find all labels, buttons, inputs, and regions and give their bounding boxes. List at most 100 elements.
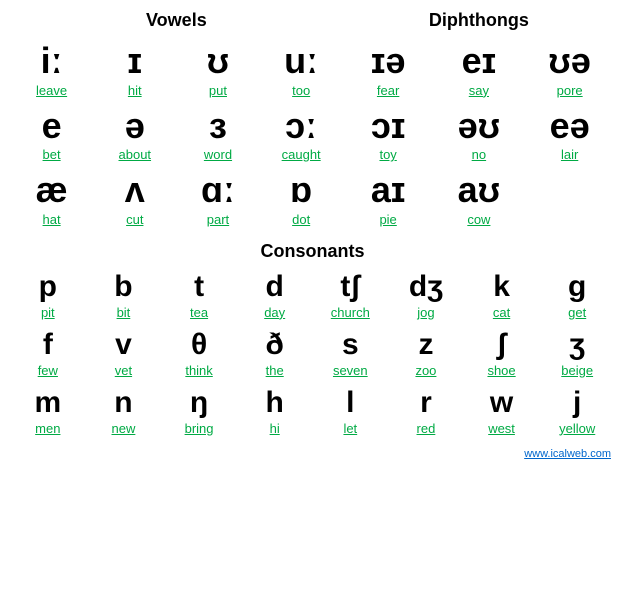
phoneme-symbol: ɔɪ [371, 106, 406, 146]
consonant-cell: k cat [464, 266, 540, 324]
phoneme-word: leave [36, 83, 67, 98]
phoneme-symbol: ɜ [209, 106, 227, 146]
phoneme-word: no [472, 147, 486, 162]
phoneme-word: few [38, 363, 58, 378]
phoneme-word: lair [561, 147, 578, 162]
phoneme-symbol: ɑː [201, 170, 235, 210]
phoneme-symbol: v [115, 328, 132, 361]
phoneme-word: west [488, 421, 515, 436]
phoneme-word: pit [41, 305, 55, 320]
diphthong-cell: ɔɪ toy [343, 102, 434, 167]
phoneme-word: dot [292, 212, 310, 227]
consonants-title: Consonants [10, 241, 615, 262]
phoneme-symbol: w [490, 386, 513, 419]
phoneme-symbol: aɪ [371, 170, 406, 210]
phoneme-word: hi [270, 421, 280, 436]
phoneme-symbol: ə [125, 106, 145, 146]
phoneme-word: church [331, 305, 370, 320]
vowels-title: Vowels [10, 10, 343, 31]
phoneme-symbol: l [346, 386, 354, 419]
vowel-cell: uː too [260, 37, 343, 102]
phoneme-word: red [417, 421, 436, 436]
phoneme-symbol: ʃ [497, 328, 507, 361]
consonant-cell: l let [313, 382, 389, 440]
phoneme-word: pore [557, 83, 583, 98]
phoneme-word: jog [417, 305, 434, 320]
phoneme-symbol: əʊ [458, 106, 500, 146]
diphthong-cell: eə lair [524, 102, 615, 167]
phoneme-symbol: ʊ [207, 41, 229, 81]
phoneme-word: say [469, 83, 489, 98]
phoneme-symbol: æ [36, 170, 68, 210]
phoneme-word: cut [126, 212, 143, 227]
phoneme-word: bet [43, 147, 61, 162]
diphthong-cell: aʊ cow [434, 166, 525, 231]
phoneme-word: toy [379, 147, 396, 162]
phoneme-symbol: iː [41, 41, 63, 81]
phoneme-symbol: dʒ [409, 270, 443, 303]
phoneme-word: yellow [559, 421, 595, 436]
consonant-cell: d day [237, 266, 313, 324]
vowels-section: Vowels iː leave ɪ hit ʊ put uː too e bet… [10, 10, 343, 231]
phoneme-word: hat [43, 212, 61, 227]
phoneme-symbol: r [420, 386, 432, 419]
phoneme-symbol: ʌ [125, 170, 145, 210]
website-link[interactable]: www.icalweb.com [524, 448, 611, 460]
top-sections: Vowels iː leave ɪ hit ʊ put uː too e bet… [10, 10, 615, 231]
website-footer: www.icalweb.com [10, 448, 615, 460]
vowels-grid: iː leave ɪ hit ʊ put uː too e bet ə abou… [10, 37, 343, 231]
consonant-cell: r red [388, 382, 464, 440]
consonant-cell: m men [10, 382, 86, 440]
consonant-cell: p pit [10, 266, 86, 324]
consonant-cell: ð the [237, 324, 313, 382]
phoneme-symbol: p [39, 270, 57, 303]
diphthong-cell: eɪ say [434, 37, 525, 102]
phoneme-symbol: e [42, 106, 62, 146]
phoneme-word: caught [282, 147, 321, 162]
diphthongs-title: Diphthongs [343, 10, 615, 31]
consonant-cell: t tea [161, 266, 237, 324]
phoneme-word: shoe [487, 363, 515, 378]
consonant-cell: tʃ church [313, 266, 389, 324]
phoneme-word: seven [333, 363, 368, 378]
diphthongs-section: Diphthongs ɪə fear eɪ say ʊə pore ɔɪ toy… [343, 10, 615, 231]
phoneme-symbol: ɒ [290, 170, 312, 210]
consonant-cell: ʃ shoe [464, 324, 540, 382]
phoneme-symbol: k [493, 270, 510, 303]
consonants-grid: p pit b bit t tea d day tʃ church dʒ jog… [10, 266, 615, 440]
vowel-cell: ɒ dot [260, 166, 343, 231]
vowel-cell: ɑː part [176, 166, 259, 231]
vowel-cell: e bet [10, 102, 93, 167]
phoneme-symbol: m [34, 386, 61, 419]
consonants-section: Consonants p pit b bit t tea d day tʃ ch… [10, 241, 615, 440]
consonant-cell: dʒ jog [388, 266, 464, 324]
phoneme-word: vet [115, 363, 132, 378]
phoneme-symbol: θ [191, 328, 207, 361]
phoneme-word: hit [128, 83, 142, 98]
phoneme-word: part [207, 212, 229, 227]
diphthong-cell: ɪə fear [343, 37, 434, 102]
consonant-cell: v vet [86, 324, 162, 382]
phoneme-word: let [343, 421, 357, 436]
phoneme-symbol: b [114, 270, 132, 303]
consonant-cell: z zoo [388, 324, 464, 382]
consonant-cell: ŋ bring [161, 382, 237, 440]
phoneme-symbol: h [266, 386, 284, 419]
phoneme-symbol: aʊ [458, 170, 500, 210]
phoneme-symbol: z [418, 328, 433, 361]
consonant-cell: g get [539, 266, 615, 324]
consonant-cell: j yellow [539, 382, 615, 440]
phoneme-word: get [568, 305, 586, 320]
diphthongs-grid: ɪə fear eɪ say ʊə pore ɔɪ toy əʊ no eə l… [343, 37, 615, 231]
phoneme-symbol: n [114, 386, 132, 419]
phoneme-symbol: ɔː [285, 106, 317, 146]
vowel-cell: ʊ put [176, 37, 259, 102]
phoneme-word: pie [379, 212, 396, 227]
consonant-cell: ʒ beige [539, 324, 615, 382]
phoneme-word: day [264, 305, 285, 320]
phoneme-word: fear [377, 83, 399, 98]
phoneme-symbol: ɪə [371, 41, 406, 81]
phoneme-symbol: eɪ [462, 41, 497, 81]
vowel-cell: ɜ word [176, 102, 259, 167]
phoneme-symbol: tʃ [340, 270, 360, 303]
